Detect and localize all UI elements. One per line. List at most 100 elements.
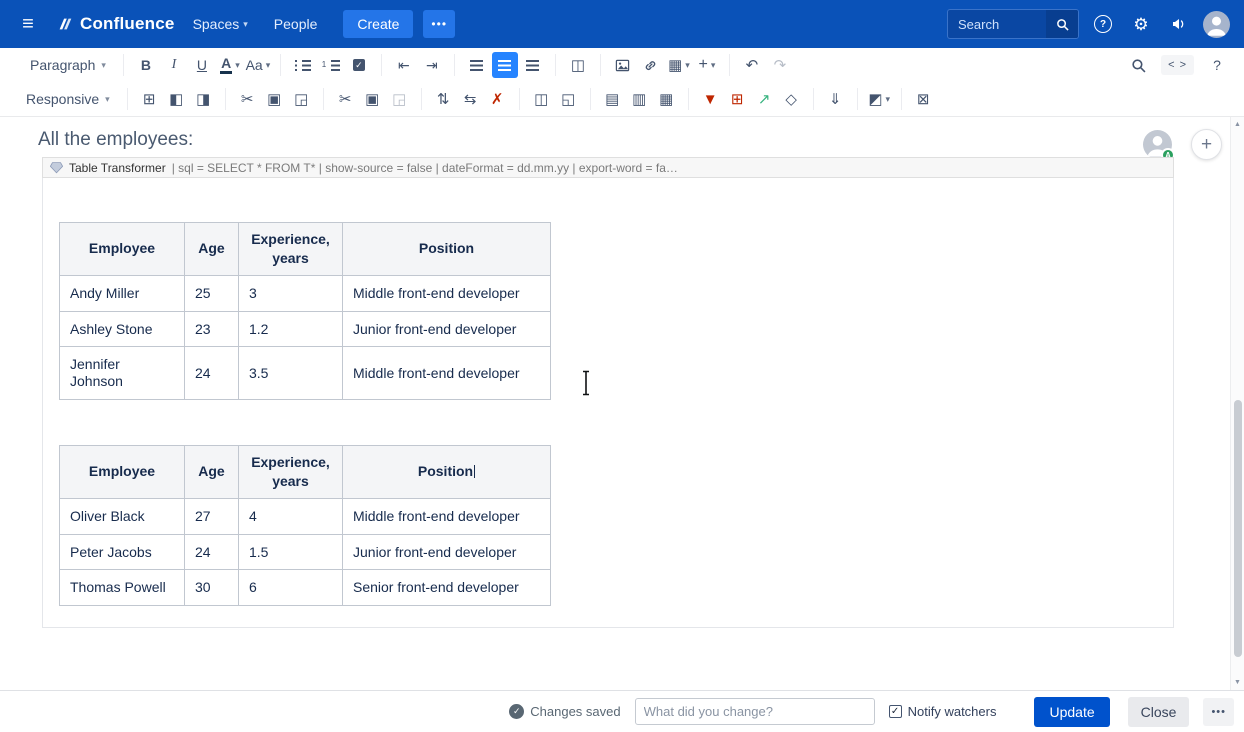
column-header[interactable]: Employee (60, 445, 185, 498)
table-cell[interactable]: 24 (185, 534, 239, 570)
outdent-button[interactable]: ⇤ (391, 52, 417, 78)
paragraph-style-dropdown[interactable]: Paragraph ▾ (22, 53, 114, 77)
hamburger-menu-icon[interactable]: ≡ (14, 13, 42, 36)
table-cell[interactable]: 1.5 (239, 534, 343, 570)
table-cell[interactable]: 3 (239, 275, 343, 311)
underline-button[interactable]: U (189, 52, 215, 78)
table-cell[interactable]: 23 (185, 311, 239, 347)
page-heading[interactable]: All the employees: (38, 129, 193, 151)
close-button[interactable]: Close (1128, 697, 1190, 727)
table-wrap-left-icon[interactable]: ◧ (164, 87, 189, 112)
table-cell[interactable]: 6 (239, 570, 343, 606)
table-cell[interactable]: Jennifer Johnson (60, 347, 185, 400)
merge-cells-icon[interactable]: ◫ (529, 87, 554, 112)
cut-row-icon[interactable]: ✂ (333, 87, 358, 112)
update-button[interactable]: Update (1034, 697, 1109, 727)
column-header[interactable]: Position (343, 445, 551, 498)
nav-people[interactable]: People (266, 10, 326, 38)
version-comment-input[interactable] (635, 698, 875, 725)
announcements-button[interactable] (1165, 10, 1193, 38)
editor-help-button[interactable]: ? (1204, 52, 1230, 78)
table-cell[interactable]: 24 (185, 347, 239, 400)
task-list-button[interactable]: ✓ (346, 52, 372, 78)
column-header[interactable]: Age (185, 445, 239, 498)
scroll-up-arrow-icon[interactable]: ▲ (1231, 121, 1244, 128)
confluence-logo[interactable]: Confluence (56, 14, 175, 34)
chart-from-table-icon[interactable]: ↗ (752, 87, 777, 112)
page-layout-button[interactable]: ◫ (565, 52, 591, 78)
pin-table-icon[interactable]: ⊞ (137, 87, 162, 112)
table-cell[interactable]: Junior front-end developer (343, 311, 551, 347)
table-cell[interactable]: Junior front-end developer (343, 534, 551, 570)
align-right-button[interactable] (520, 52, 546, 78)
numbered-list-button[interactable]: 1 (318, 52, 344, 78)
settings-button[interactable]: ⚙ (1127, 10, 1155, 38)
table-cell[interactable]: Ashley Stone (60, 311, 185, 347)
column-header[interactable]: Experience, years (239, 223, 343, 276)
table-cell[interactable]: 3.5 (239, 347, 343, 400)
indent-button[interactable]: ⇥ (419, 52, 445, 78)
bold-button[interactable]: B (133, 52, 159, 78)
insert-table-button[interactable]: ▦ ▾ (666, 52, 692, 78)
create-button[interactable]: Create (343, 10, 413, 38)
notify-watchers-checkbox[interactable]: ✓ (889, 705, 902, 718)
insert-markup-button[interactable]: < > (1161, 55, 1194, 75)
toggle-numbering-icon[interactable]: ▦ (654, 87, 679, 112)
column-header[interactable]: Employee (60, 223, 185, 276)
scroll-down-arrow-icon[interactable]: ▼ (1231, 679, 1244, 686)
user-avatar[interactable] (1203, 11, 1230, 38)
copy-table-icon[interactable]: ▣ (262, 87, 287, 112)
table-cell[interactable]: 25 (185, 275, 239, 311)
table-cell[interactable]: Andy Miller (60, 275, 185, 311)
more-formatting-button[interactable]: Aa ▾ (245, 52, 271, 78)
table-wrap-right-icon[interactable]: ◨ (191, 87, 216, 112)
column-header[interactable]: Experience, years (239, 445, 343, 498)
filter-table-icon[interactable]: ▼ (698, 87, 723, 112)
italic-button[interactable]: I (161, 52, 187, 78)
macro-header-bar[interactable]: Table Transformer | sql = SELECT * FROM … (42, 157, 1174, 178)
insert-element-button[interactable]: + (1191, 129, 1222, 160)
paste-table-icon[interactable]: ◲ (289, 87, 314, 112)
column-header[interactable]: Position (343, 223, 551, 276)
scrollbar-thumb[interactable] (1234, 400, 1242, 657)
split-cells-icon[interactable]: ◱ (556, 87, 581, 112)
vertical-scrollbar[interactable]: ▲ ▼ (1230, 117, 1244, 690)
insert-link-button[interactable] (638, 52, 664, 78)
table-cell[interactable]: Senior front-end developer (343, 570, 551, 606)
nav-spaces[interactable]: Spaces ▾ (185, 10, 256, 38)
insert-row-icon[interactable]: ⇅ (431, 87, 456, 112)
table-cell[interactable]: 1.2 (239, 311, 343, 347)
insert-column-icon[interactable]: ⇆ (458, 87, 483, 112)
insert-more-button[interactable]: + ▾ (694, 52, 720, 78)
table-cell[interactable]: Peter Jacobs (60, 534, 185, 570)
employee-table-2[interactable]: Employee Age Experience, years Position … (59, 445, 551, 606)
align-center-button[interactable] (492, 52, 518, 78)
align-left-button[interactable] (464, 52, 490, 78)
toggle-header-row-icon[interactable]: ▤ (600, 87, 625, 112)
table-transformer-macro[interactable]: Table Transformer | sql = SELECT * FROM … (42, 157, 1174, 628)
employee-table-1[interactable]: Employee Age Experience, years Position … (59, 222, 551, 400)
table-transformer-icon[interactable]: ◇ (779, 87, 804, 112)
copy-row-icon[interactable]: ▣ (360, 87, 385, 112)
text-color-button[interactable]: A ▾ (217, 52, 243, 78)
nav-more-button[interactable]: ••• (423, 10, 455, 38)
redo-button[interactable]: ↷ (767, 52, 793, 78)
insert-image-button[interactable] (610, 52, 636, 78)
search-button[interactable] (1046, 9, 1078, 39)
table-cell[interactable]: Thomas Powell (60, 570, 185, 606)
pivot-table-icon[interactable]: ⊞ (725, 87, 750, 112)
editor-content[interactable]: All the employees: A + Table Transformer… (0, 117, 1244, 690)
table-cell[interactable]: 30 (185, 570, 239, 606)
responsive-mode-dropdown[interactable]: Responsive ▾ (18, 87, 118, 111)
table-cell[interactable]: Middle front-end developer (343, 498, 551, 534)
column-header[interactable]: Age (185, 223, 239, 276)
search-input[interactable] (948, 17, 1046, 32)
table-cell[interactable]: Middle front-end developer (343, 347, 551, 400)
find-replace-button[interactable] (1125, 52, 1151, 78)
bullet-list-button[interactable] (290, 52, 316, 78)
table-cell[interactable]: 4 (239, 498, 343, 534)
toggle-header-column-icon[interactable]: ▥ (627, 87, 652, 112)
footer-more-button[interactable]: ••• (1203, 698, 1234, 726)
delete-cells-icon[interactable]: ✗ (485, 87, 510, 112)
export-table-icon[interactable]: ⇓ (823, 87, 848, 112)
